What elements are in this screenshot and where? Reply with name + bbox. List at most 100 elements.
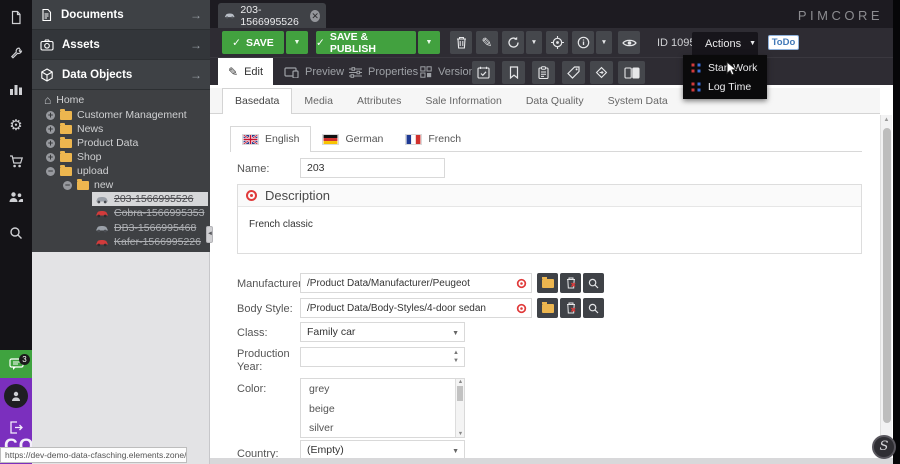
- tab-lang-german[interactable]: German: [311, 127, 394, 151]
- tree-item-customer-management[interactable]: + Customer Management: [46, 108, 187, 122]
- search-icon[interactable]: [0, 218, 32, 248]
- scroll-up-icon[interactable]: ▲: [881, 117, 892, 123]
- actions-label: Actions: [705, 38, 741, 50]
- manufacturer-remove-button[interactable]: [560, 273, 581, 293]
- close-icon[interactable]: ✕: [310, 10, 320, 22]
- expand-plus-icon[interactable]: +: [46, 111, 55, 120]
- save-dropdown-caret[interactable]: ▼: [286, 31, 308, 54]
- locate-in-tree-button[interactable]: [546, 31, 568, 54]
- tree-item-new[interactable]: − new: [63, 178, 113, 192]
- menu-item-log-time[interactable]: Log Time: [683, 77, 767, 96]
- reload-button[interactable]: [502, 31, 524, 54]
- search-icon: [588, 303, 599, 314]
- tab-edit[interactable]: ✎ Edit: [218, 58, 273, 86]
- class-value: Family car: [307, 326, 355, 338]
- gear-icon[interactable]: ⚙: [0, 110, 32, 140]
- tree-item-kafer[interactable]: Kafer-1566995226: [95, 235, 201, 249]
- menu-item-start-work[interactable]: Start Work: [683, 58, 767, 77]
- arrow-right-icon: →: [190, 8, 202, 22]
- users-icon[interactable]: [0, 182, 32, 212]
- bar-chart-icon[interactable]: [0, 74, 32, 104]
- color-option-grey[interactable]: grey: [301, 379, 449, 398]
- body-style-remove-button[interactable]: [560, 298, 581, 318]
- country-select[interactable]: (Empty) ▼: [300, 440, 465, 460]
- tree-item-news[interactable]: + News: [46, 122, 103, 136]
- scroll-up-icon[interactable]: ▲: [456, 379, 465, 385]
- chat-notifications-button[interactable]: 3: [0, 350, 32, 378]
- save-button[interactable]: ✓ SAVE: [222, 31, 284, 54]
- tree-item-db3[interactable]: DB3-1566995468: [95, 221, 196, 235]
- tab-lang-english[interactable]: English: [230, 126, 311, 152]
- panel-collapse-handle[interactable]: ◄: [206, 226, 213, 243]
- browser-overlay-badge[interactable]: S: [872, 435, 896, 459]
- body-style-open-button[interactable]: [537, 298, 558, 318]
- notes-events-button[interactable]: [532, 61, 555, 84]
- workflow-button[interactable]: [590, 61, 613, 84]
- trash-remove-icon: [566, 277, 576, 289]
- tags-button[interactable]: [562, 61, 585, 84]
- tab-lang-french[interactable]: French: [394, 127, 472, 151]
- schedule-button[interactable]: [472, 61, 495, 84]
- body-style-input[interactable]: /Product Data/Body-Styles/4-door sedan: [300, 298, 532, 318]
- tab-system-data[interactable]: System Data: [596, 89, 680, 113]
- open-object-tab[interactable]: 203-1566995526 ✕: [218, 3, 326, 28]
- class-select[interactable]: Family car ▼: [300, 322, 465, 342]
- body-style-search-button[interactable]: [583, 298, 604, 318]
- object-id-label: ID 1095: [657, 37, 696, 49]
- scrollbar-thumb[interactable]: [883, 128, 891, 423]
- tree-item-home[interactable]: ⌂ Home: [44, 93, 84, 107]
- tree-item-cobra[interactable]: Cobra-1566995353: [95, 206, 205, 220]
- reload-dropdown-caret[interactable]: ▼: [526, 31, 542, 54]
- tree-label: Shop: [77, 151, 102, 163]
- tree-item-upload[interactable]: − upload: [46, 164, 109, 178]
- save-publish-button[interactable]: ✓ SAVE & PUBLISH: [316, 31, 416, 54]
- content-scrollbar[interactable]: ▲: [880, 115, 892, 464]
- tab-title: 203-1566995526: [240, 4, 305, 28]
- accordion-assets[interactable]: Assets →: [32, 30, 210, 60]
- list-scrollbar[interactable]: ▲ ▼: [455, 379, 464, 437]
- spinner-up-icon[interactable]: ▲: [453, 350, 459, 356]
- color-option-beige[interactable]: beige: [301, 399, 449, 418]
- manufacturer-value: /Product Data/Manufacturer/Peugeot: [307, 278, 470, 289]
- tree-item-product-data[interactable]: + Product Data: [46, 136, 138, 150]
- chevron-down-icon: ▼: [749, 40, 756, 47]
- info-button[interactable]: [572, 31, 594, 54]
- bookmark-button[interactable]: [502, 61, 525, 84]
- open-preview-button[interactable]: [618, 31, 640, 54]
- avatar[interactable]: [4, 384, 28, 408]
- collapse-minus-icon[interactable]: −: [63, 181, 72, 190]
- split-view-button[interactable]: [618, 61, 645, 84]
- rename-button[interactable]: ✎: [476, 31, 498, 54]
- expand-plus-icon[interactable]: +: [46, 139, 55, 148]
- spinner-down-icon[interactable]: ▼: [453, 358, 459, 364]
- collapse-minus-icon[interactable]: −: [46, 167, 55, 176]
- description-value[interactable]: French classic: [238, 207, 861, 242]
- manufacturer-input[interactable]: /Product Data/Manufacturer/Peugeot: [300, 273, 532, 293]
- save-publish-dropdown-caret[interactable]: ▼: [418, 31, 440, 54]
- file-icon[interactable]: [0, 2, 32, 32]
- tools-wrench-icon[interactable]: [0, 38, 32, 68]
- cart-icon[interactable]: [0, 146, 32, 176]
- expand-plus-icon[interactable]: +: [46, 153, 55, 162]
- production-year-label: Production Year:: [237, 348, 293, 374]
- tree-item-shop[interactable]: + Shop: [46, 150, 102, 164]
- delete-button[interactable]: [450, 31, 472, 54]
- info-dropdown-caret[interactable]: ▼: [596, 31, 612, 54]
- tab-sale-information[interactable]: Sale Information: [413, 89, 513, 113]
- tab-attributes[interactable]: Attributes: [345, 89, 413, 113]
- manufacturer-search-button[interactable]: [583, 273, 604, 293]
- manufacturer-open-button[interactable]: [537, 273, 558, 293]
- accordion-data-objects[interactable]: Data Objects →: [32, 60, 210, 90]
- tree-item-203[interactable]: 203-1566995526: [92, 192, 208, 206]
- actions-button[interactable]: Actions ▼: [692, 32, 758, 55]
- production-year-spinner[interactable]: ▲ ▼: [300, 347, 465, 367]
- color-option-silver[interactable]: silver: [301, 418, 449, 437]
- accordion-documents[interactable]: Documents →: [32, 0, 210, 30]
- expand-plus-icon[interactable]: +: [46, 125, 55, 134]
- tab-data-quality[interactable]: Data Quality: [514, 89, 596, 113]
- name-input[interactable]: [300, 158, 445, 178]
- scroll-down-icon[interactable]: ▼: [456, 431, 465, 437]
- scrollbar-thumb[interactable]: [457, 386, 463, 401]
- tab-media[interactable]: Media: [292, 89, 345, 113]
- tab-basedata[interactable]: Basedata: [222, 88, 292, 114]
